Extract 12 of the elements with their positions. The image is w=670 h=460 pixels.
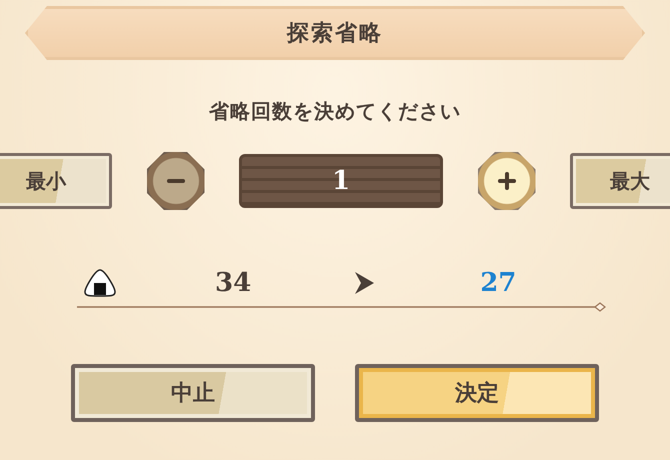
minus-icon (166, 179, 184, 183)
count-value: 1 (332, 166, 350, 196)
min-button[interactable]: 最小 (0, 153, 112, 209)
increase-button[interactable] (478, 152, 536, 210)
confirm-button[interactable]: 決定 (355, 364, 599, 422)
dialog-title: 探索省略 (287, 20, 383, 48)
current-count: 34 (215, 268, 252, 298)
result-count: 27 (480, 268, 516, 298)
cancel-button[interactable]: 中止 (71, 364, 315, 422)
max-button[interactable]: 最大 (570, 153, 670, 209)
arrow-right-icon (353, 271, 376, 295)
prompt-text: 省略回数を決めてください (209, 98, 461, 125)
